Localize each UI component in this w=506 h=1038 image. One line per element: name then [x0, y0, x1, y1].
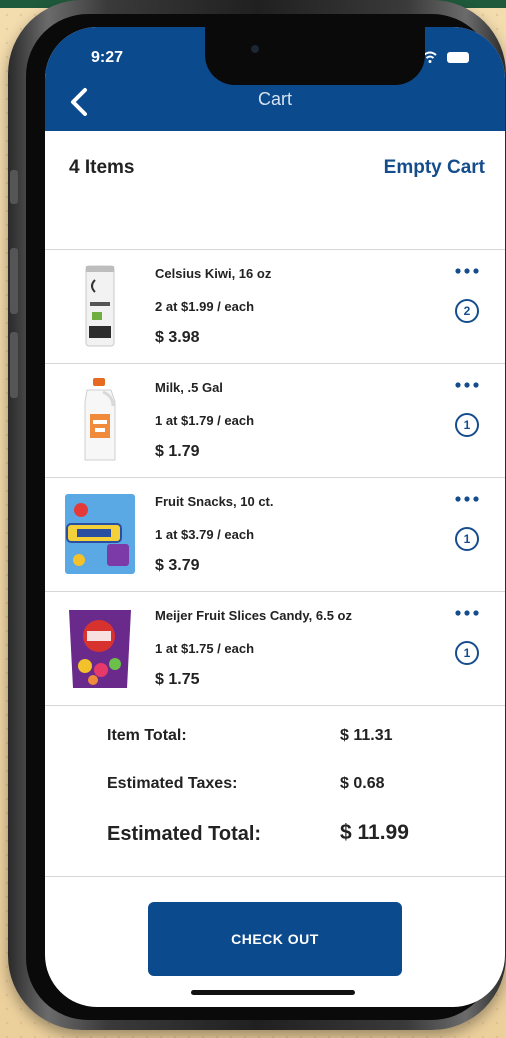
cart-item[interactable]: Milk, .5 Gal 1 at $1.79 / each $ 1.79 1	[45, 364, 505, 478]
item-quantity-line: 1 at $3.79 / each	[155, 527, 255, 542]
item-price: $ 3.79	[155, 557, 200, 574]
item-quantity-line: 2 at $1.99 / each	[155, 299, 255, 314]
cart-summary-bar: 4 Items Empty Cart	[45, 131, 505, 250]
more-options-icon[interactable]	[455, 610, 479, 616]
volume-down-button	[10, 332, 18, 398]
item-total-value: $ 11.31	[340, 727, 393, 744]
page-title: Cart	[257, 89, 292, 109]
item-name: Fruit Snacks, 10 ct.	[155, 494, 274, 509]
candy-bag-icon	[69, 610, 131, 688]
more-options-icon[interactable]	[455, 382, 479, 388]
home-indicator[interactable]	[191, 990, 355, 995]
volume-up-button	[10, 248, 18, 314]
checkout-button[interactable]: CHECK OUT	[148, 902, 402, 976]
quantity-badge[interactable]: 2	[455, 299, 479, 323]
item-name: Meijer Fruit Slices Candy, 6.5 oz	[155, 608, 352, 623]
wifi-icon	[423, 51, 437, 63]
battery-icon	[447, 52, 469, 63]
item-quantity-line: 1 at $1.79 / each	[155, 413, 255, 428]
empty-cart-button[interactable]: Empty Cart	[384, 157, 485, 179]
cart-item[interactable]: Celsius Kiwi, 16 oz 2 at $1.99 / each $ …	[45, 250, 505, 364]
phone-frame: 9:27 Cart 4 Items Empty Cart Celsius Kiw…	[8, 0, 506, 1030]
cart-item[interactable]: Fruit Snacks, 10 ct. 1 at $3.79 / each $…	[45, 478, 505, 592]
celsius-can-icon	[85, 265, 115, 347]
item-price: $ 1.75	[155, 671, 200, 688]
fruit-snacks-box-icon	[65, 494, 135, 574]
camera-dot	[251, 45, 259, 53]
quantity-badge[interactable]: 1	[455, 527, 479, 551]
quantity-badge[interactable]: 1	[455, 641, 479, 665]
item-name: Milk, .5 Gal	[155, 380, 223, 395]
notch	[205, 27, 425, 85]
item-price: $ 1.79	[155, 443, 200, 460]
estimated-total-label: Estimated Total:	[107, 823, 262, 845]
divider	[45, 876, 505, 877]
more-options-icon[interactable]	[455, 496, 479, 502]
estimated-taxes-label: Estimated Taxes:	[107, 775, 238, 792]
items-count: 4 Items	[69, 157, 135, 178]
milk-jug-icon	[84, 378, 116, 461]
more-options-icon[interactable]	[455, 268, 479, 274]
screen: 9:27 Cart 4 Items Empty Cart Celsius Kiw…	[45, 27, 505, 1007]
item-total-label: Item Total:	[107, 727, 187, 744]
estimated-taxes-value: $ 0.68	[340, 775, 385, 792]
item-quantity-line: 1 at $1.75 / each	[155, 641, 255, 656]
item-price: $ 3.98	[155, 329, 200, 346]
quantity-badge[interactable]: 1	[455, 413, 479, 437]
side-button	[10, 170, 18, 204]
item-name: Celsius Kiwi, 16 oz	[155, 266, 272, 281]
status-time: 9:27	[91, 49, 124, 66]
cart-item[interactable]: Meijer Fruit Slices Candy, 6.5 oz 1 at $…	[45, 592, 505, 706]
estimated-total-value: $ 11.99	[340, 821, 409, 844]
